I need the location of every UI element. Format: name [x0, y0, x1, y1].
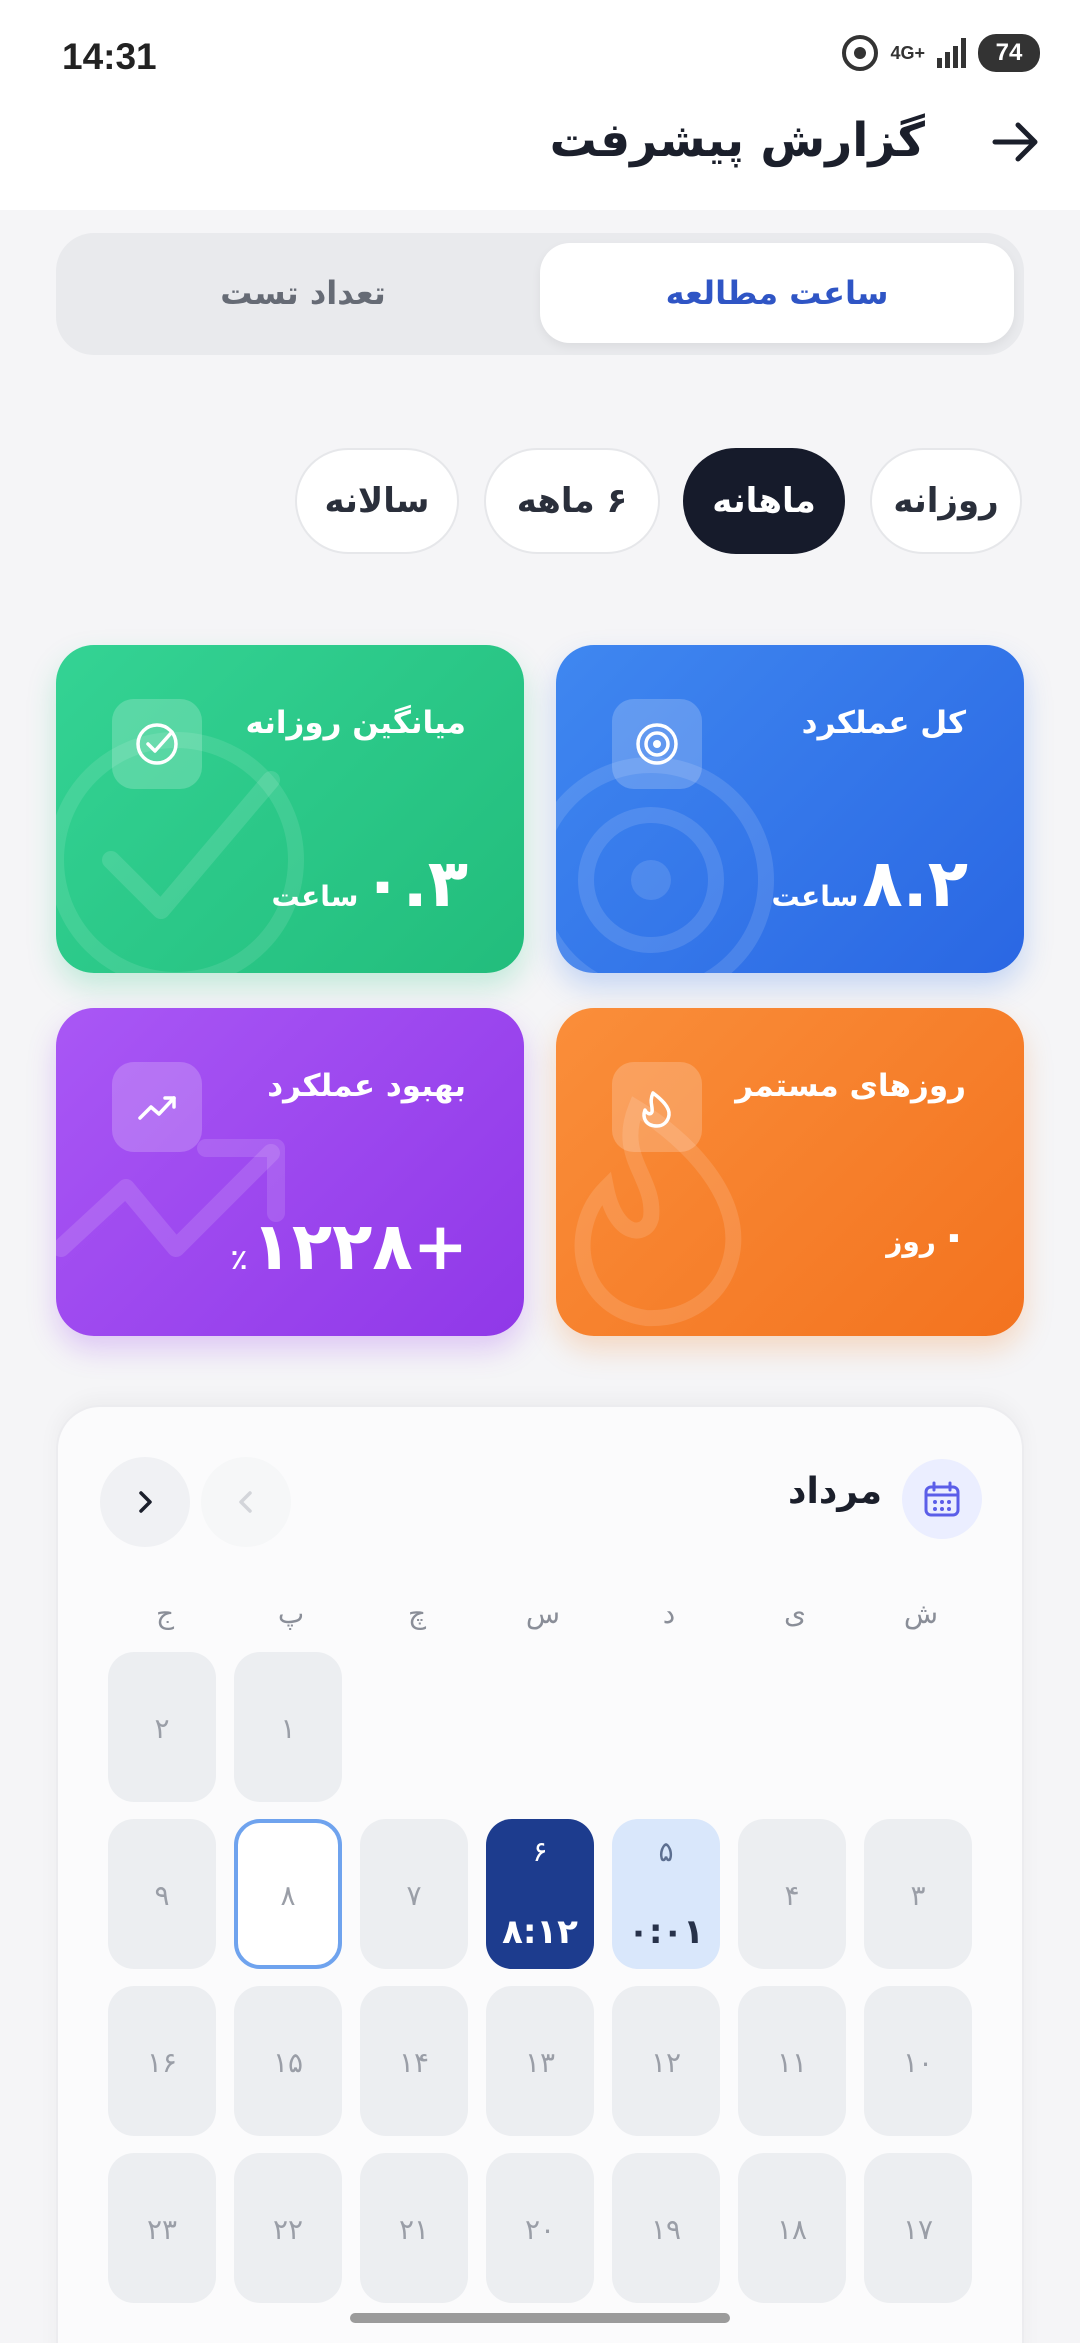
day-number: ۶ [532, 1835, 548, 1868]
app-header: گزارش پیشرفت [0, 105, 1080, 210]
unit-label: ساعت [771, 880, 859, 913]
improvement-percent: +۱۲۲۸ [251, 1208, 468, 1285]
calendar-month: مرداد [788, 1471, 882, 1512]
card-label: میانگین روزانه [245, 705, 466, 741]
check-watermark [56, 732, 304, 973]
prev-month-button[interactable] [201, 1457, 291, 1547]
average-hours: ۰.۳ [362, 845, 468, 922]
calendar-day[interactable]: ۲ [108, 1652, 216, 1802]
trending-up-icon [112, 1062, 202, 1152]
day-number: ۵ [658, 1835, 674, 1868]
calendar-day[interactable]: ۱۸ [738, 2153, 846, 2303]
metric-toggle: ساعت مطالعه تعداد تست [56, 233, 1024, 355]
day-study-time: ۰:۰۱ [628, 1912, 704, 1952]
weekday-label: د [662, 1597, 676, 1630]
card-value: ۰ روز [886, 1208, 968, 1262]
card-daily-average: میانگین روزانه ۰.۳ ساعت [56, 645, 524, 973]
period-monthly[interactable]: ماهانه [683, 448, 845, 554]
chevron-left-icon [239, 1491, 252, 1513]
calendar-panel: مرداد ش ی د س چ پ ج ۱ ۲ ۳ ۴ ۵ ۰:۰۱ ۶ ۸:۱… [56, 1405, 1024, 2343]
calendar-day[interactable]: ۳ [864, 1819, 972, 1969]
weekday-label: پ [277, 1597, 305, 1630]
card-label: بهبود عملکرد [267, 1068, 466, 1104]
weekday-label: س [525, 1597, 561, 1630]
card-improvement: بهبود عملکرد +۱۲۲۸ ٪ [56, 1008, 524, 1336]
streak-count: ۰ [939, 1208, 968, 1262]
next-month-button[interactable] [100, 1457, 190, 1547]
flame-icon [612, 1062, 702, 1152]
card-label: روزهای مستمر [735, 1068, 966, 1104]
calendar-day[interactable]: ۲۱ [360, 2153, 468, 2303]
unit-label: ٪ [230, 1243, 248, 1276]
status-icons: 4G+ 74 [842, 34, 1054, 72]
calendar-day[interactable]: ۲۳ [108, 2153, 216, 2303]
network-type: 4G+ [890, 43, 925, 63]
calendar-day-active[interactable]: ۵ ۰:۰۱ [612, 1819, 720, 1969]
weekday-label: ی [784, 1597, 806, 1630]
card-value: +۱۲۲۸ ٪ [230, 1208, 468, 1285]
period-six-months[interactable]: ۶ ماهه [484, 448, 660, 554]
period-yearly[interactable]: سالانه [295, 448, 459, 554]
calendar-day[interactable]: ۱۰ [864, 1986, 972, 2136]
chevron-right-icon [139, 1491, 152, 1513]
calendar-day[interactable]: ۱۹ [612, 2153, 720, 2303]
card-label: کل عملکرد [801, 705, 966, 741]
calendar-day[interactable]: ۴ [738, 1819, 846, 1969]
calendar-day[interactable]: ۱۴ [360, 1986, 468, 2136]
calendar-day[interactable]: ۹ [108, 1819, 216, 1969]
page-title: گزارش پیشرفت [549, 113, 925, 168]
weekday-label: چ [407, 1597, 427, 1630]
status-time: 14:31 [62, 36, 157, 77]
tab-test-count[interactable]: تعداد تست [66, 243, 540, 343]
calendar-day[interactable]: ۱۲ [612, 1986, 720, 2136]
day-study-time: ۸:۱۲ [502, 1912, 578, 1952]
card-streak-days: روزهای مستمر ۰ روز [556, 1008, 1024, 1336]
weekday-label: ج [155, 1597, 175, 1630]
calendar-day[interactable]: ۱۳ [486, 1986, 594, 2136]
weekday-label: ش [903, 1597, 939, 1630]
arrow-right-icon [992, 122, 1038, 162]
calendar-day[interactable]: ۱۵ [234, 1986, 342, 2136]
signal-icon [937, 38, 966, 68]
calendar-day[interactable]: ۲۲ [234, 2153, 342, 2303]
home-indicator[interactable] [350, 2313, 730, 2323]
flame-watermark [574, 1096, 742, 1327]
calendar-day-selected[interactable]: ۸ [234, 1819, 342, 1969]
calendar-day-active[interactable]: ۶ ۸:۱۲ [486, 1819, 594, 1969]
status-bar: 14:31 4G+ 74 [0, 0, 1080, 105]
card-value: ۸.۲ ساعت [772, 845, 968, 922]
trend-watermark [56, 1139, 285, 1257]
card-total-performance: کل عملکرد ۸.۲ ساعت [556, 645, 1024, 973]
unit-label: ساعت [271, 880, 359, 913]
calendar-day[interactable]: ۷ [360, 1819, 468, 1969]
hotspot-icon [842, 35, 879, 71]
target-icon [612, 699, 702, 789]
target-watermark [556, 757, 774, 973]
card-value: ۰.۳ ساعت [272, 845, 468, 922]
total-hours: ۸.۲ [862, 845, 968, 922]
battery-level: 74 [978, 34, 1054, 72]
tab-study-hours[interactable]: ساعت مطالعه [540, 243, 1014, 343]
check-circle-icon [112, 699, 202, 789]
calendar-day[interactable]: ۲۰ [486, 2153, 594, 2303]
calendar-day[interactable]: ۱۱ [738, 1986, 846, 2136]
calendar-icon [902, 1459, 982, 1539]
calendar-day[interactable]: ۱ [234, 1652, 342, 1802]
calendar-day[interactable]: ۱۶ [108, 1986, 216, 2136]
back-button[interactable] [980, 107, 1050, 177]
period-daily[interactable]: روزانه [870, 448, 1022, 554]
unit-label: روز [886, 1225, 936, 1258]
calendar-day[interactable]: ۱۷ [864, 2153, 972, 2303]
